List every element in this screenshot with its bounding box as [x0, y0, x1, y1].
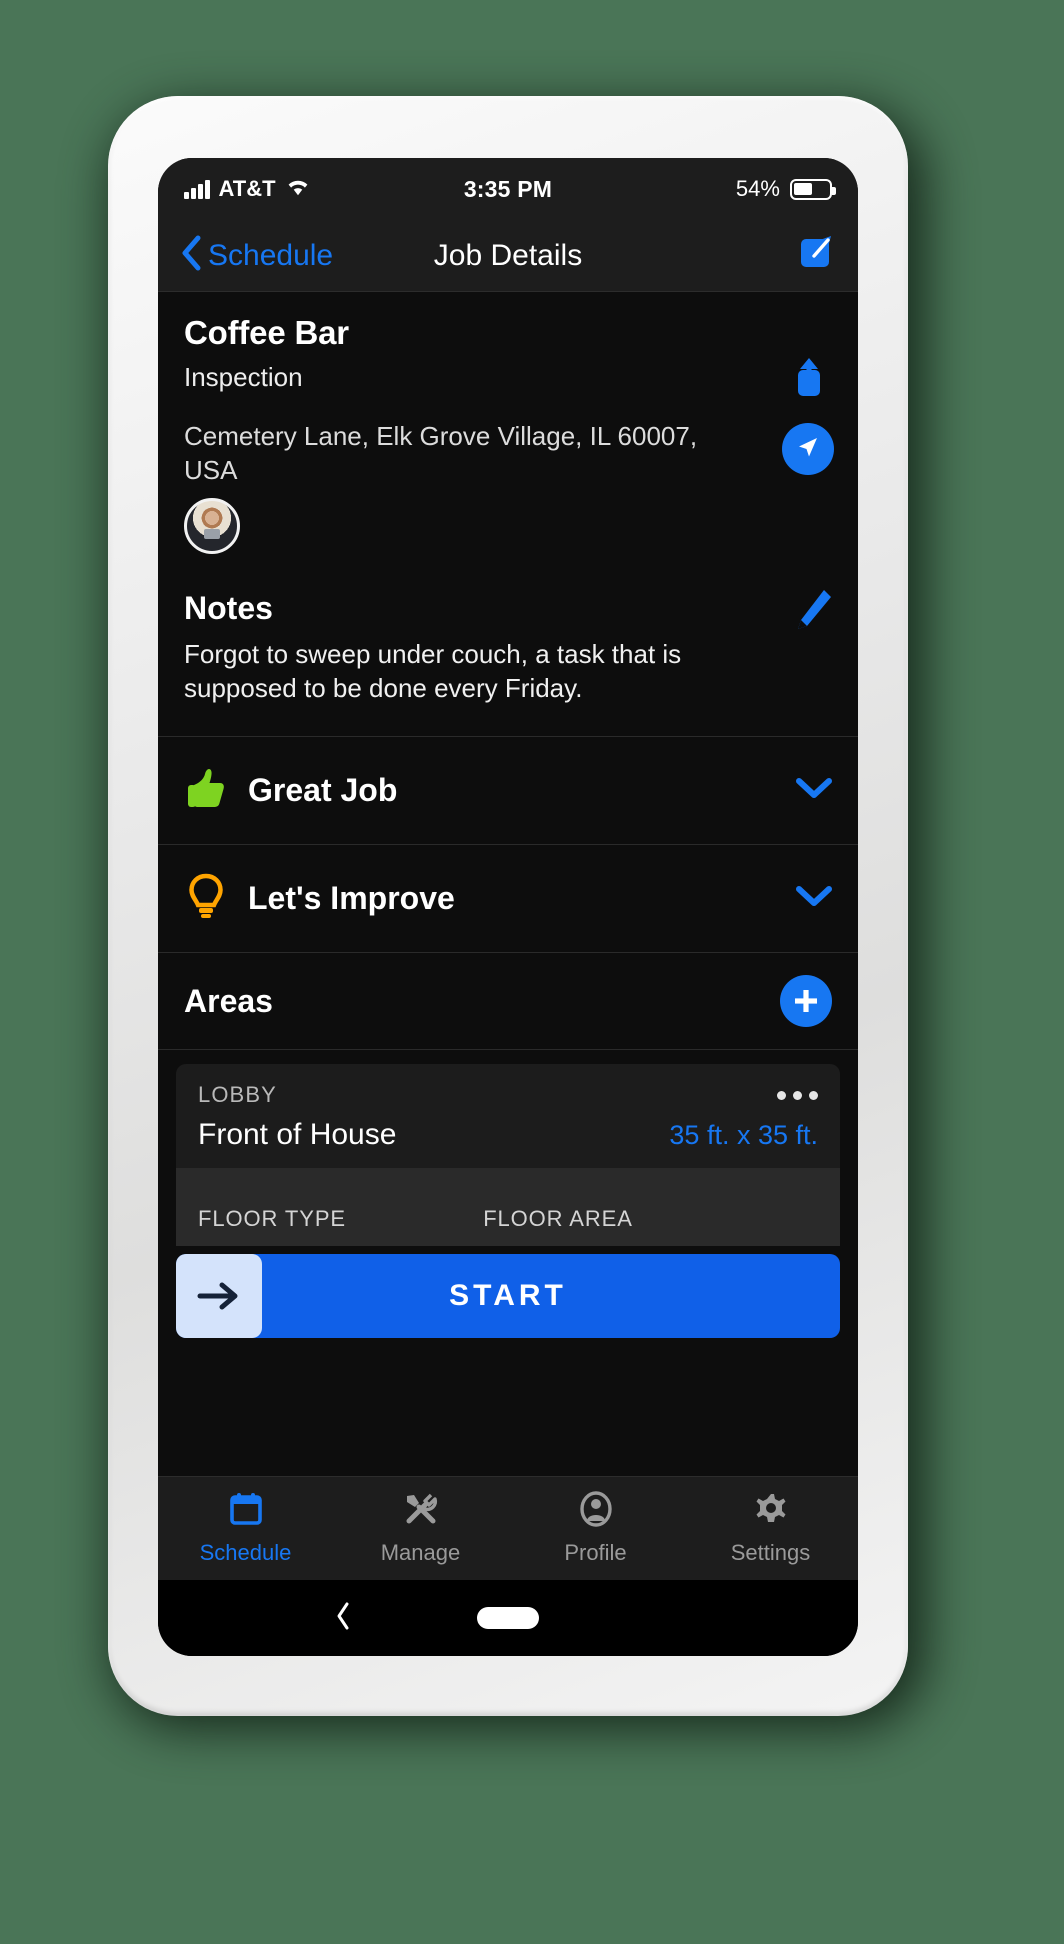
back-button[interactable]: Schedule	[180, 235, 333, 276]
area-name-row: Front of House 35 ft. x 35 ft.	[198, 1118, 818, 1152]
cellular-signal-icon	[184, 179, 210, 199]
plus-circle-icon	[795, 990, 817, 1013]
tab-label: Manage	[380, 1540, 461, 1565]
tab-label: Settings	[730, 1540, 811, 1565]
add-area-button[interactable]	[780, 975, 832, 1028]
chevron-down-icon[interactable]	[796, 777, 832, 804]
start-button-label: START	[449, 1279, 567, 1313]
navigation-arrow-icon	[794, 433, 822, 466]
status-bar-right: 54%	[618, 176, 836, 202]
tab-manage[interactable]: Manage	[333, 1477, 508, 1580]
section-great-job[interactable]: Great Job	[158, 736, 858, 844]
person-icon	[578, 1491, 614, 1532]
edit-square-icon	[798, 234, 836, 277]
job-address: Cemetery Lane, Elk Grove Village, IL 600…	[184, 421, 698, 486]
system-home-pill[interactable]	[477, 1607, 539, 1629]
thumbs-up-icon	[184, 765, 228, 816]
navigation-bar: Schedule Job Details	[158, 220, 858, 292]
area-name: Front of House	[198, 1118, 397, 1152]
avatar[interactable]	[184, 497, 240, 554]
tab-settings[interactable]: Settings	[683, 1477, 858, 1580]
tab-bar: Schedule Manage Profile Settings	[158, 1476, 858, 1580]
status-bar-time: 3:35 PM	[463, 175, 553, 202]
calendar-icon	[228, 1491, 264, 1532]
assignee-row	[158, 488, 858, 554]
section-label: Let's Improve	[248, 880, 455, 917]
chevron-left-icon	[180, 235, 202, 276]
area-card-list: LOBBY Front of House 35 ft. x 35 ft. FLO…	[158, 1050, 858, 1247]
system-navigation-bar	[158, 1580, 858, 1656]
status-bar-left: AT&T	[184, 176, 398, 202]
back-button-label: Schedule	[208, 238, 334, 272]
area-kicker-row: LOBBY	[198, 1082, 818, 1108]
wifi-icon	[285, 177, 311, 202]
job-header: Coffee Bar Inspection	[158, 292, 858, 396]
notes-title: Notes	[184, 589, 273, 626]
area-kicker: LOBBY	[198, 1082, 277, 1108]
phone-screen: AT&T 3:35 PM 54% Schedule Job Details Co…	[158, 158, 858, 1656]
tab-profile[interactable]: Profile	[508, 1477, 683, 1580]
system-back-icon[interactable]	[334, 1601, 352, 1636]
areas-header: Areas	[158, 952, 858, 1051]
chevron-down-icon[interactable]	[796, 885, 832, 912]
area-card-top: LOBBY Front of House 35 ft. x 35 ft.	[176, 1064, 840, 1168]
area-card-columns: FLOOR TYPE FLOOR AREA	[176, 1168, 840, 1247]
areas-title: Areas	[184, 982, 273, 1019]
area-dimensions: 35 ft. x 35 ft.	[669, 1120, 818, 1151]
start-button[interactable]: START	[176, 1254, 840, 1339]
battery-icon	[789, 178, 836, 200]
battery-percent-label: 54%	[735, 176, 780, 201]
pencil-icon	[790, 589, 834, 638]
more-horizontal-icon[interactable]	[777, 1090, 818, 1100]
notes-section: Notes Forgot to sweep under couch, a tas…	[158, 554, 858, 707]
column-header-floor-area: FLOOR AREA	[483, 1206, 633, 1232]
page-root: AT&T 3:35 PM 54% Schedule Job Details Co…	[0, 0, 1064, 1944]
carrier-label: AT&T	[218, 176, 276, 201]
edit-job-button[interactable]	[798, 234, 836, 277]
address-row: Cemetery Lane, Elk Grove Village, IL 600…	[158, 393, 858, 488]
tab-label: Schedule	[199, 1540, 292, 1565]
gear-icon	[753, 1491, 789, 1532]
section-label: Great Job	[248, 772, 398, 809]
tab-schedule[interactable]: Schedule	[158, 1477, 333, 1580]
tab-label: Profile	[564, 1540, 627, 1565]
job-details-content: Coffee Bar Inspection Cemetery Lane, Elk…	[158, 292, 858, 1476]
job-type: Inspection	[184, 362, 303, 392]
navigate-button[interactable]	[782, 423, 834, 475]
job-title: Coffee Bar	[184, 314, 349, 351]
notes-body: Forgot to sweep under couch, a task that…	[184, 638, 682, 704]
edit-notes-button[interactable]	[790, 586, 834, 639]
section-lets-improve[interactable]: Let's Improve	[158, 844, 858, 952]
start-button-wrap: START	[158, 1246, 858, 1348]
status-bar: AT&T 3:35 PM 54%	[158, 158, 858, 220]
tools-icon	[403, 1491, 439, 1532]
column-header-floor-type: FLOOR TYPE	[198, 1206, 346, 1232]
area-card[interactable]: LOBBY Front of House 35 ft. x 35 ft. FLO…	[176, 1064, 840, 1247]
lightbulb-icon	[184, 872, 228, 925]
